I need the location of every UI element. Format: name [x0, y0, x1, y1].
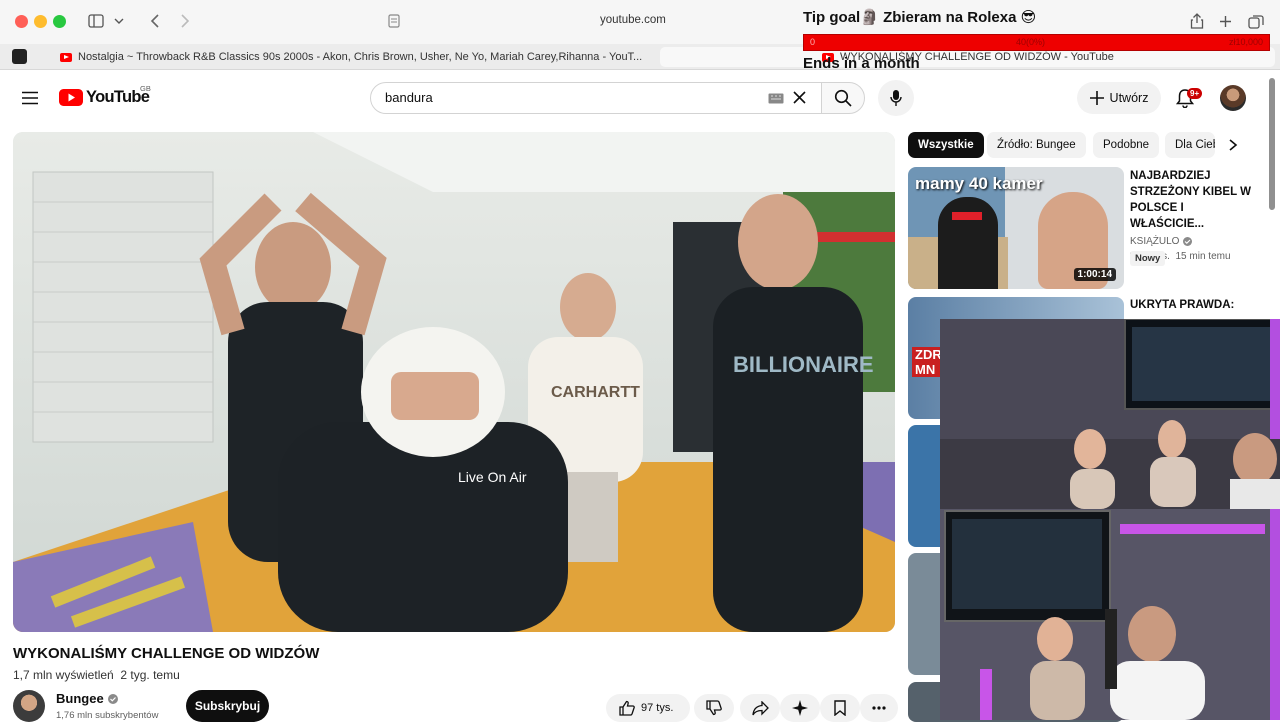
svg-text:BILLIONAIRE: BILLIONAIRE — [733, 352, 874, 377]
video-player[interactable]: BILLIONAIRE CARHARTT Live On Air — [13, 132, 895, 632]
search-icon — [834, 89, 852, 107]
notification-badge: 9+ — [1187, 88, 1203, 99]
tip-goal-progress-text: 40(0%) — [1016, 37, 1046, 47]
video-title: WYKONALIŚMY CHALLENGE OD WIDZÓW — [13, 645, 320, 662]
svg-text:CARHARTT: CARHARTT — [551, 384, 640, 401]
subscriber-count: 1,76 mln subskrybentów — [56, 710, 159, 721]
youtube-header: YouTube GB bandura Utwórz 9+ — [0, 70, 1280, 126]
tip-goal-overlay: Tip goal🗿 Zbieram na Rolexa 😎 0 40(0%) z… — [803, 8, 1273, 78]
create-button[interactable]: Utwórz — [1077, 82, 1161, 114]
sparkle-icon — [792, 700, 808, 716]
close-window-button[interactable] — [15, 15, 28, 28]
duration-badge: 1:00:14 — [1073, 268, 1116, 281]
thumbs-up-icon — [619, 700, 635, 716]
verified-icon — [107, 693, 118, 704]
sidebar-video-thumbnail[interactable]: mamy 40 kamer 1:00:14 — [908, 167, 1124, 289]
more-horizontal-icon — [872, 706, 886, 710]
chip-for-you[interactable]: Dla Ciebie — [1165, 132, 1215, 158]
verified-icon — [1183, 237, 1193, 246]
clear-search-icon[interactable] — [793, 91, 806, 104]
tip-goal-title: Tip goal🗿 Zbieram na Rolexa 😎 — [803, 9, 1037, 26]
back-icon[interactable] — [150, 14, 160, 28]
youtube-logo[interactable]: YouTube — [59, 88, 150, 107]
tab-nostalgia[interactable]: Nostalgia ~ Throwback R&B Classics 90s 2… — [60, 47, 655, 67]
share-button[interactable] — [740, 694, 780, 722]
bookmark-icon — [834, 700, 846, 716]
sidebar-video-title-3: POLSCE I WŁAŚCICIE... — [1130, 202, 1205, 230]
menu-icon[interactable] — [22, 91, 38, 105]
video-meta: 1,7 mln wyświetleń 2 tyg. temu — [13, 668, 180, 682]
dislike-button[interactable] — [694, 694, 734, 722]
tip-goal-progress-bar: 0 40(0%) zł10,000 — [803, 34, 1270, 51]
thumb-caption: mamy 40 kamer — [915, 174, 1043, 193]
tip-goal-target: zł10,000 — [1228, 37, 1263, 47]
thumb-censor-bar — [952, 212, 982, 220]
more-actions-button[interactable] — [860, 694, 898, 722]
like-count: 97 tys. — [641, 702, 674, 714]
search-input[interactable]: bandura — [370, 82, 822, 114]
thumb-caption: ZDRA MN — [912, 347, 940, 377]
like-button[interactable]: 97 tys. — [606, 694, 690, 722]
avatar[interactable] — [1220, 85, 1246, 111]
voice-search-button[interactable] — [878, 80, 914, 116]
webcam-feed — [940, 319, 1280, 720]
sidebar-channel-name: KSIĄŻULO — [1130, 236, 1180, 247]
plus-icon — [1089, 91, 1104, 105]
channel-avatar[interactable] — [13, 690, 45, 722]
address-bar[interactable]: youtube.com — [600, 14, 666, 26]
webcam-overlay — [940, 319, 1280, 720]
thumbs-down-icon — [706, 700, 722, 716]
chevron-down-icon[interactable] — [114, 17, 124, 25]
scrollbar-thumb[interactable] — [1269, 78, 1275, 210]
channel-name-row[interactable]: Bungee — [56, 691, 118, 706]
sidebar-age: 15 min temu — [1175, 251, 1231, 262]
tip-goal-start: 0 — [810, 37, 816, 47]
sidebar-video-title-2: STRZEŻONY KIBEL W — [1130, 186, 1251, 198]
upload-age: 2 tyg. temu — [120, 668, 180, 682]
youtube-logo-icon — [59, 89, 83, 106]
youtube-favicon-icon — [60, 52, 72, 62]
chevron-right-icon[interactable] — [1228, 139, 1238, 151]
sidebar-video-title-1: NAJBARDZIEJ — [1130, 170, 1211, 182]
svg-text:Live On Air: Live On Air — [458, 469, 527, 485]
tip-goal-ends: Ends in a month — [803, 55, 920, 72]
chip-all[interactable]: Wszystkie — [908, 132, 984, 158]
sidebar-channel-row: KSIĄŻULO — [1130, 236, 1258, 247]
subscribe-button[interactable]: Subskrybuj — [186, 690, 269, 722]
thumb-person-left — [938, 197, 998, 289]
channel-name: Bungee — [56, 691, 104, 706]
view-count: 1,7 mln wyświetleń — [13, 668, 114, 682]
video-frame: BILLIONAIRE CARHARTT Live On Air — [13, 132, 895, 632]
tab-label: Nostalgia ~ Throwback R&B Classics 90s 2… — [78, 51, 643, 63]
sidebar-toggle-icon[interactable] — [88, 14, 104, 28]
pinned-tab-icon[interactable] — [12, 49, 27, 64]
sidebar-video-title-1[interactable]: UKRYTA PRAWDA: — [1130, 297, 1234, 313]
forward-icon[interactable] — [180, 14, 190, 28]
create-label: Utwórz — [1109, 91, 1149, 105]
sidebar-video-info[interactable]: NAJBARDZIEJ STRZEŻONY KIBEL W POLSCE I W… — [1130, 168, 1258, 266]
share-arrow-icon — [751, 700, 769, 716]
save-button[interactable] — [820, 694, 860, 722]
minimize-window-button[interactable] — [34, 15, 47, 28]
region-code: GB — [140, 84, 151, 93]
reader-icon[interactable] — [388, 14, 400, 28]
ask-button[interactable] — [780, 694, 820, 722]
maximize-window-button[interactable] — [53, 15, 66, 28]
chip-source[interactable]: Źródło: Bungee — [987, 132, 1086, 158]
chip-related[interactable]: Podobne — [1093, 132, 1160, 158]
microphone-icon — [890, 90, 902, 106]
search-button[interactable] — [821, 82, 865, 114]
new-badge: Nowy — [1130, 251, 1166, 266]
keyboard-icon[interactable] — [768, 93, 784, 104]
